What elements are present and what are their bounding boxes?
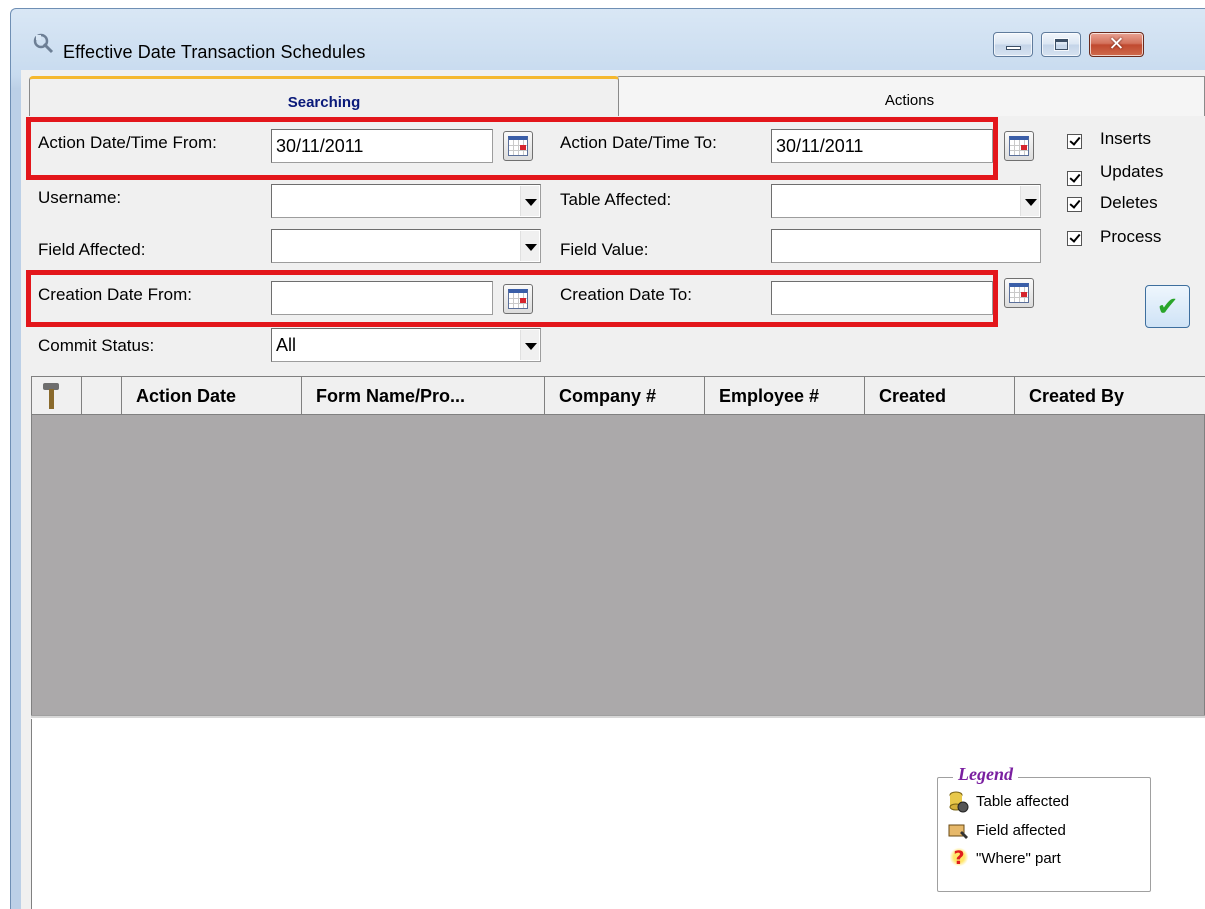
creation-date-to-field[interactable] (771, 281, 993, 315)
action-date-to-field[interactable]: 30/11/2011 (771, 129, 993, 163)
chevron-down-icon[interactable] (520, 186, 539, 216)
field-affected-combo[interactable] (271, 229, 541, 263)
updates-label: Updates (1100, 162, 1164, 181)
legend-box: Legend Table affected Field affected ? "… (937, 764, 1151, 892)
question-mark-icon: ? (950, 847, 968, 869)
column-header-created-by[interactable]: Created By (1015, 377, 1205, 415)
updates-checkbox[interactable] (1067, 171, 1082, 186)
chevron-down-icon[interactable] (520, 330, 539, 360)
chevron-down-icon[interactable] (520, 231, 539, 261)
results-grid[interactable]: Action Date Form Name/Pro... Company # E… (31, 376, 1205, 717)
close-button[interactable]: ✕ (1089, 32, 1144, 57)
field-affected-label: Field Affected: (38, 240, 146, 259)
grid-config-column[interactable] (32, 377, 82, 415)
maximize-icon (1055, 39, 1068, 50)
minimize-button[interactable] (993, 32, 1033, 57)
legend-label: Field affected (976, 822, 1066, 839)
column-header-form-name[interactable]: Form Name/Pro... (302, 377, 545, 415)
commit-status-combo[interactable]: All (271, 328, 541, 362)
table-affected-icon (949, 791, 969, 813)
close-icon: ✕ (1108, 33, 1125, 55)
action-date-from-calendar-button[interactable] (503, 131, 533, 161)
field-affected-icon (948, 824, 968, 839)
minimize-icon (1006, 46, 1021, 50)
creation-date-to-label: Creation Date To: (560, 285, 692, 304)
window-title: Effective Date Transaction Schedules (63, 42, 366, 62)
maximize-button[interactable] (1041, 32, 1081, 57)
column-header-company[interactable]: Company # (545, 377, 705, 415)
legend-title: Legend (953, 764, 1018, 785)
chevron-down-icon[interactable] (1020, 186, 1039, 216)
table-affected-label: Table Affected: (560, 190, 672, 209)
inserts-checkbox[interactable] (1067, 134, 1082, 149)
action-date-from-label: Action Date/Time From: (38, 133, 217, 152)
action-date-to-label: Action Date/Time To: (560, 133, 717, 152)
column-header-action-date[interactable]: Action Date (122, 377, 302, 415)
username-label: Username: (38, 188, 122, 207)
username-combo[interactable] (271, 184, 541, 218)
creation-date-to-calendar-button[interactable] (1004, 278, 1034, 308)
app-wrench-icon (33, 33, 54, 54)
deletes-checkbox[interactable] (1067, 197, 1082, 212)
tab-searching[interactable]: Searching (29, 76, 619, 116)
legend-label: Table affected (976, 793, 1070, 810)
hammer-icon (43, 383, 59, 409)
creation-date-from-calendar-button[interactable] (503, 284, 533, 314)
action-date-to-calendar-button[interactable] (1004, 131, 1034, 161)
column-header-employee[interactable]: Employee # (705, 377, 865, 415)
checkmark-icon: ✔ (1156, 292, 1179, 322)
creation-date-from-field[interactable] (271, 281, 493, 315)
grid-header: Action Date Form Name/Pro... Company # E… (32, 377, 1205, 415)
field-value-label: Field Value: (560, 240, 649, 259)
process-label: Process (1100, 227, 1162, 246)
tab-actions[interactable]: Actions (614, 76, 1205, 116)
table-affected-combo[interactable] (771, 184, 1041, 218)
deletes-label: Deletes (1100, 193, 1158, 212)
action-date-from-field[interactable]: 30/11/2011 (271, 129, 493, 163)
commit-status-label: Commit Status: (38, 336, 155, 355)
legend-label: "Where" part (976, 850, 1061, 867)
field-value-input[interactable] (771, 229, 1041, 263)
creation-date-from-label: Creation Date From: (38, 285, 192, 304)
apply-search-button[interactable]: ✔ (1145, 285, 1190, 328)
grid-indicator-column[interactable] (82, 377, 122, 415)
column-header-created[interactable]: Created (865, 377, 1015, 415)
inserts-label: Inserts (1100, 129, 1152, 148)
process-checkbox[interactable] (1067, 231, 1082, 246)
